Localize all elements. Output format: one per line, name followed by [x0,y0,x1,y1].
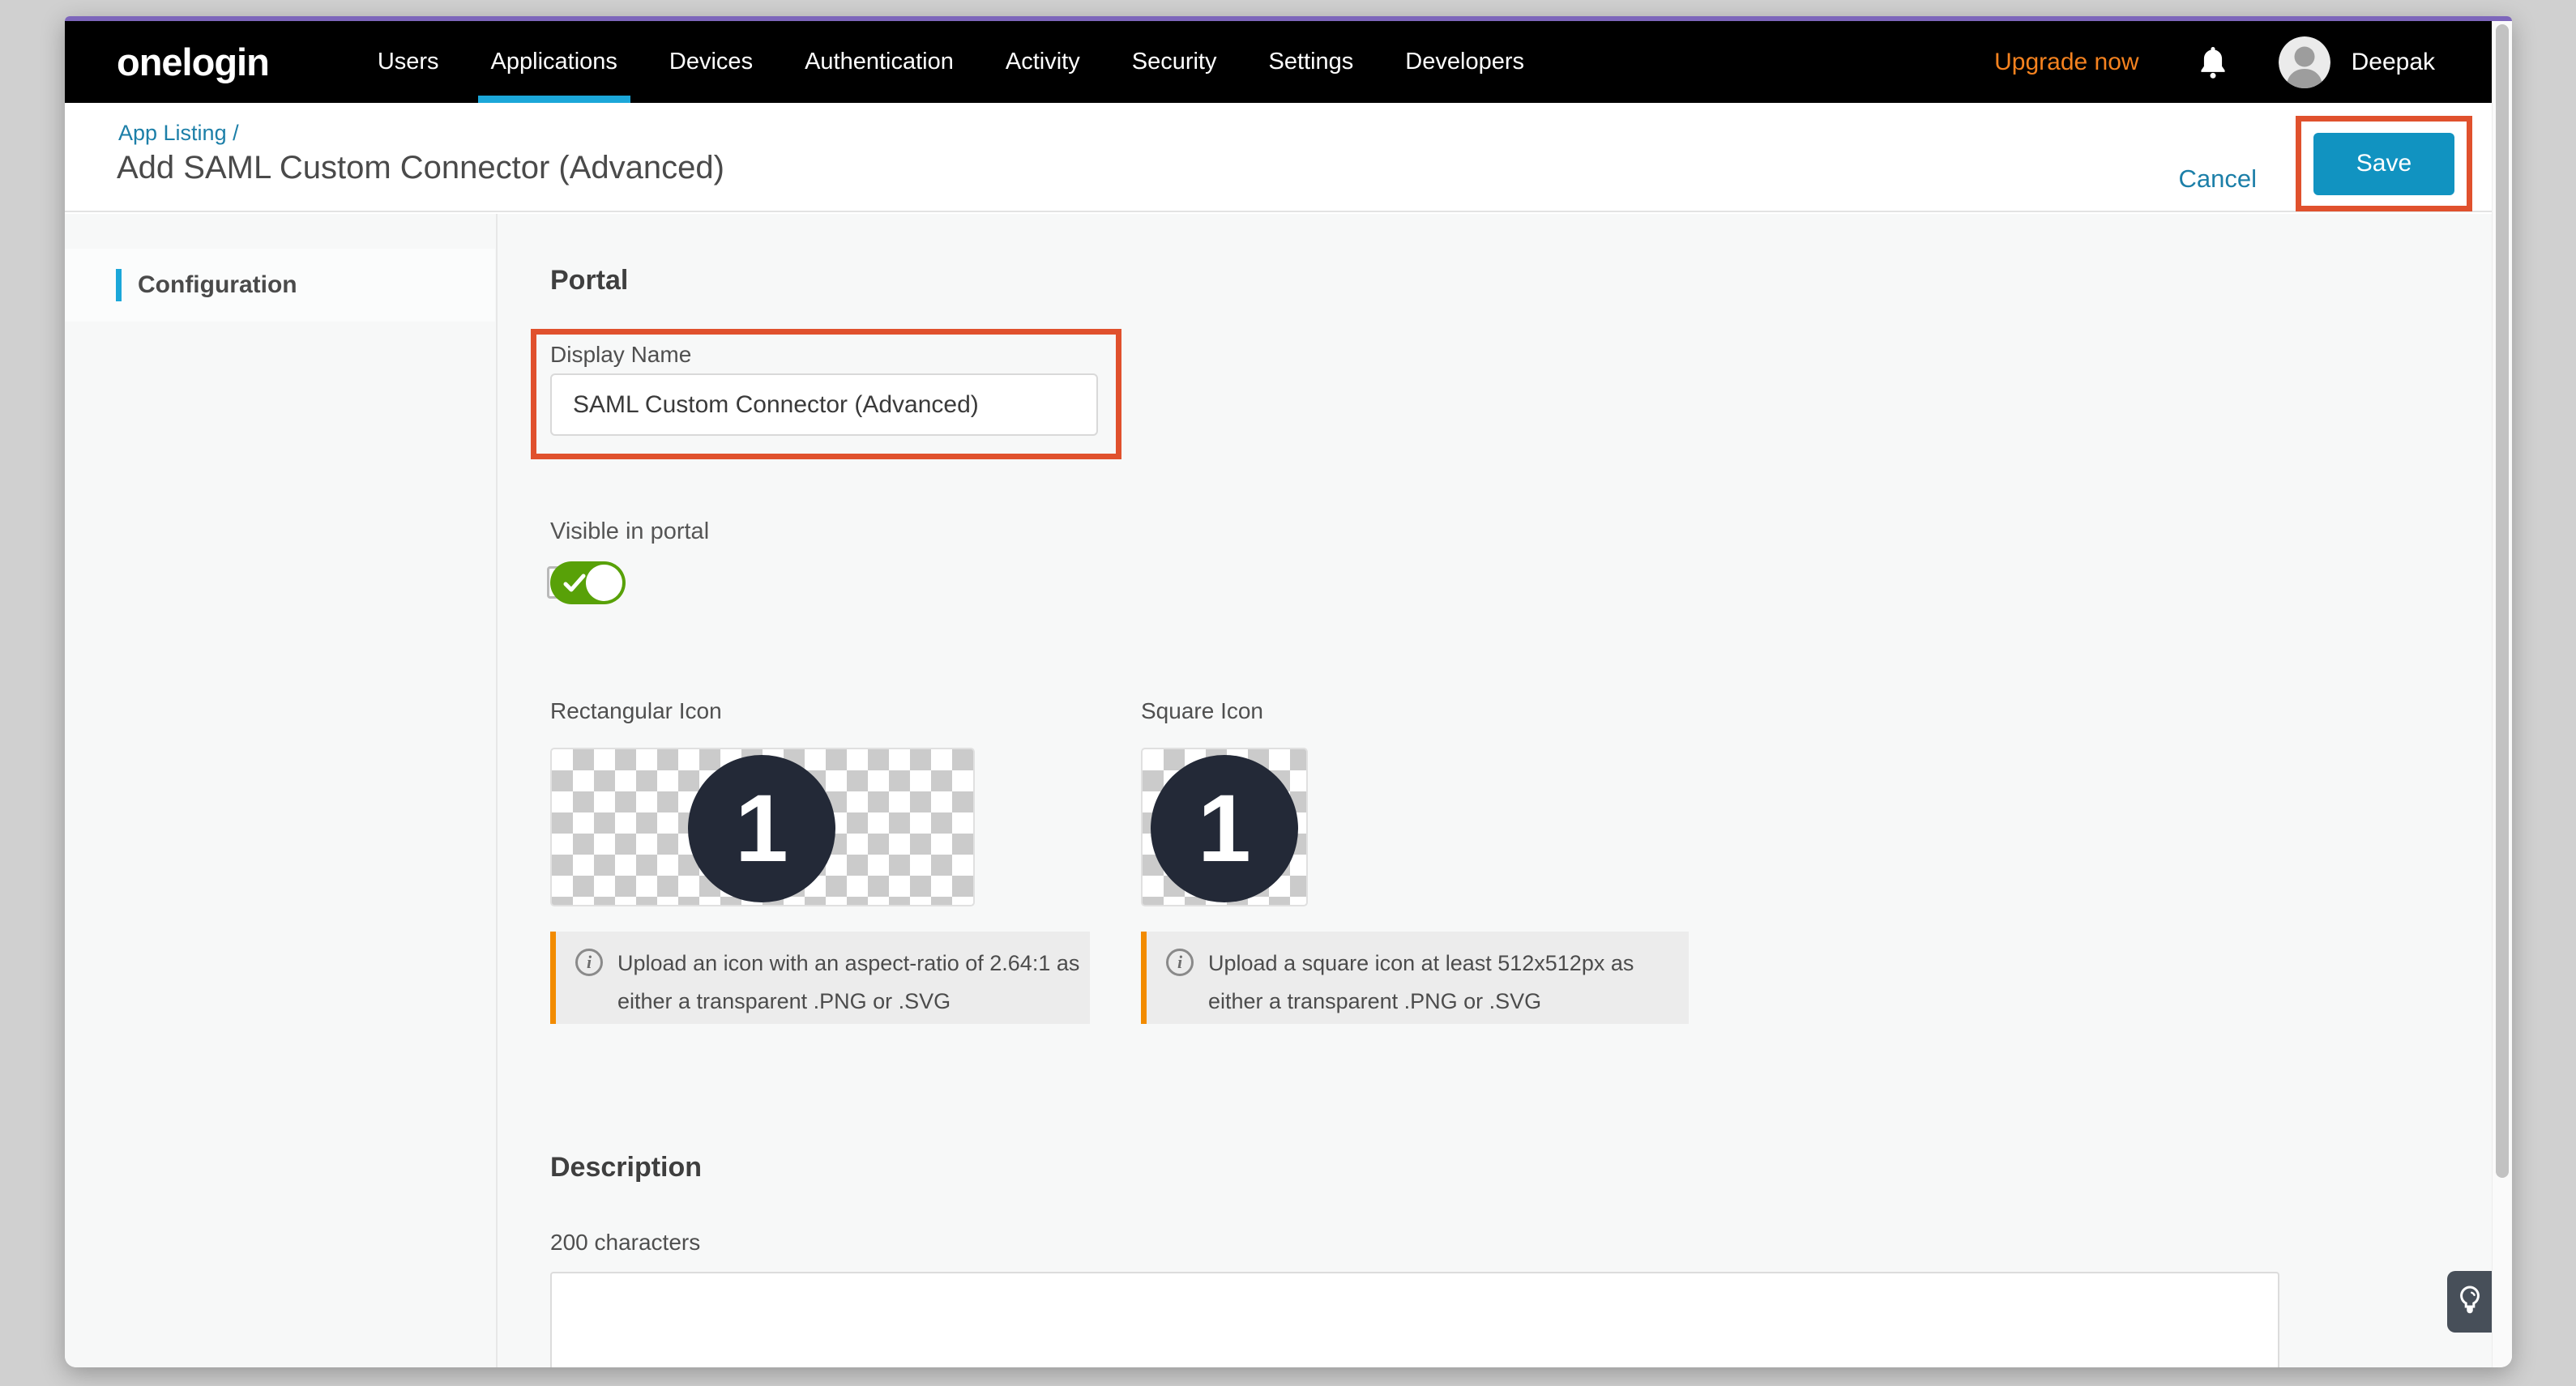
user-avatar[interactable] [2279,36,2330,88]
nav-item-authentication[interactable]: Authentication [779,21,980,103]
user-name: Deepak [2352,49,2435,76]
page-header: App Listing / Add SAML Custom Connector … [65,103,2492,212]
lightbulb-icon [2458,1285,2482,1319]
square-icon-info-box: i Upload a square icon at least 512x512p… [1141,932,1689,1024]
scrollbar-track[interactable] [2492,21,2512,1367]
rectangular-icon-upload[interactable]: 1 [550,748,975,906]
rect-icon-info-text: Upload an icon with an aspect-ratio of 2… [617,945,1090,1024]
save-annotation-box: Save [2296,116,2472,211]
rect-icon-glyph: 1 [735,781,788,876]
nav-item-devices[interactable]: Devices [643,21,779,103]
app-window: onelogin Users Applications Devices Auth… [65,16,2512,1367]
cancel-button[interactable]: Cancel [2179,164,2258,194]
square-icon-info-text: Upload a square icon at least 512x512px … [1208,945,1689,1024]
upgrade-now-link[interactable]: Upgrade now [1994,49,2138,76]
rect-icon-preview: 1 [688,755,835,902]
visible-in-portal-toggle[interactable] [550,561,626,604]
rectangular-icon-label: Rectangular Icon [550,698,722,724]
nav-item-activity[interactable]: Activity [980,21,1106,103]
square-icon-glyph: 1 [1198,781,1251,876]
portal-heading: Portal [550,265,628,296]
onelogin-logo[interactable]: onelogin [117,40,269,84]
nav-item-developers[interactable]: Developers [1379,21,1550,103]
sidebar-item-label: Configuration [138,271,297,299]
notification-bell-icon[interactable] [2198,45,2228,79]
info-icon: i [1166,949,1194,976]
display-name-input[interactable] [550,373,1098,436]
save-button[interactable]: Save [2313,133,2454,195]
main-nav: Users Applications Devices Authenticatio… [352,21,1550,103]
sidebar-item-configuration[interactable]: Configuration [65,249,495,322]
page-body: Configuration Portal Display Name Visibl… [65,214,2492,1367]
top-navbar: onelogin Users Applications Devices Auth… [65,21,2492,103]
scrollbar-thumb[interactable] [2496,24,2509,1178]
navbar-right-group: Upgrade now Deepak [1994,36,2492,88]
sidebar-divider [496,214,498,1367]
nav-item-security[interactable]: Security [1106,21,1243,103]
breadcrumb[interactable]: App Listing / [118,121,239,146]
description-heading: Description [550,1152,702,1183]
display-name-label: Display Name [550,342,691,368]
toggle-knob [586,565,622,601]
square-icon-upload[interactable]: 1 [1141,748,1308,906]
visible-in-portal-label: Visible in portal [550,518,709,545]
char-count-label: 200 characters [550,1230,700,1256]
page-title: Add SAML Custom Connector (Advanced) [117,150,724,186]
nav-item-settings[interactable]: Settings [1243,21,1380,103]
description-textarea[interactable] [550,1272,2279,1367]
active-indicator-bar [116,269,122,301]
nav-item-applications[interactable]: Applications [465,21,643,103]
nav-item-users[interactable]: Users [352,21,465,103]
rect-icon-info-box: i Upload an icon with an aspect-ratio of… [550,932,1090,1024]
toggle-check-icon [562,573,587,595]
info-icon: i [575,949,603,976]
square-icon-label: Square Icon [1141,698,1263,724]
square-icon-preview: 1 [1151,755,1298,902]
help-lightbulb-button[interactable] [2447,1271,2492,1333]
